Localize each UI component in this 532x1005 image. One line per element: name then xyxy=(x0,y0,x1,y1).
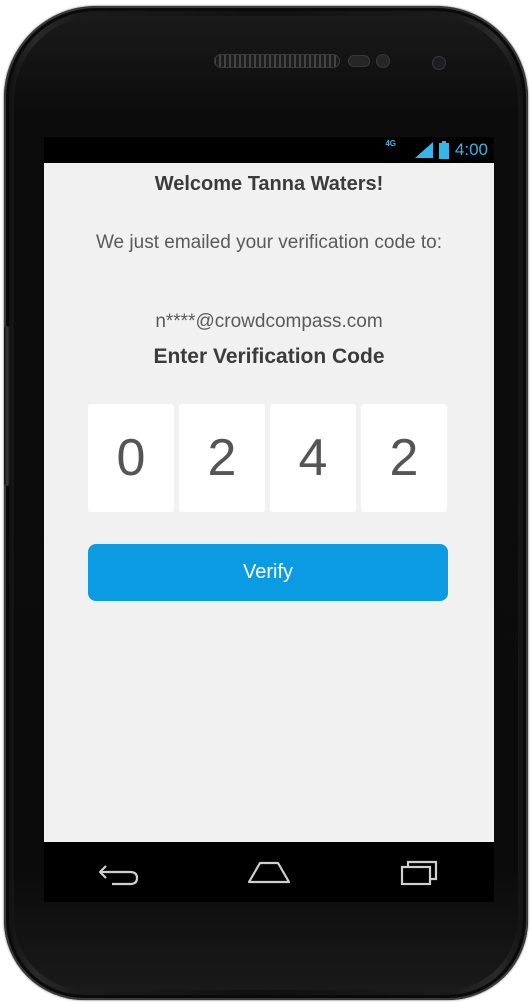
masked-email: n****@crowdcompass.com xyxy=(155,311,383,332)
front-camera xyxy=(432,56,446,70)
battery-icon xyxy=(438,141,449,159)
status-bar: 4G 4:00 xyxy=(44,137,494,163)
code-digit-1[interactable]: 0 xyxy=(88,404,174,512)
code-digit-3[interactable]: 4 xyxy=(270,404,356,512)
back-button[interactable] xyxy=(84,852,154,892)
code-digit-4[interactable]: 2 xyxy=(361,404,447,512)
status-time: 4:00 xyxy=(454,140,488,159)
light-sensor xyxy=(376,54,390,68)
proximity-sensor xyxy=(348,55,370,67)
recent-apps-icon xyxy=(400,860,438,886)
device-screen: 4G 4:00 Welcome Tanna Waters! We just em… xyxy=(44,137,494,902)
welcome-title: Welcome Tanna Waters! xyxy=(154,173,384,195)
code-digit-2[interactable]: 2 xyxy=(179,404,265,512)
enter-code-heading: Enter Verification Code xyxy=(153,345,385,368)
earpiece-speaker xyxy=(214,54,340,68)
signal-icon xyxy=(414,142,433,158)
volume-button xyxy=(4,326,10,486)
home-icon xyxy=(247,861,291,884)
verify-button[interactable]: Verify xyxy=(88,544,448,601)
home-button[interactable] xyxy=(234,852,304,892)
code-input-row: 0 2 4 2 xyxy=(88,404,450,512)
back-icon xyxy=(98,865,139,886)
network-type: 4G xyxy=(385,139,396,148)
email-sent-message: We just emailed your verification code t… xyxy=(95,232,443,253)
navigation-bar xyxy=(44,842,494,902)
recent-apps-button[interactable] xyxy=(384,852,454,892)
